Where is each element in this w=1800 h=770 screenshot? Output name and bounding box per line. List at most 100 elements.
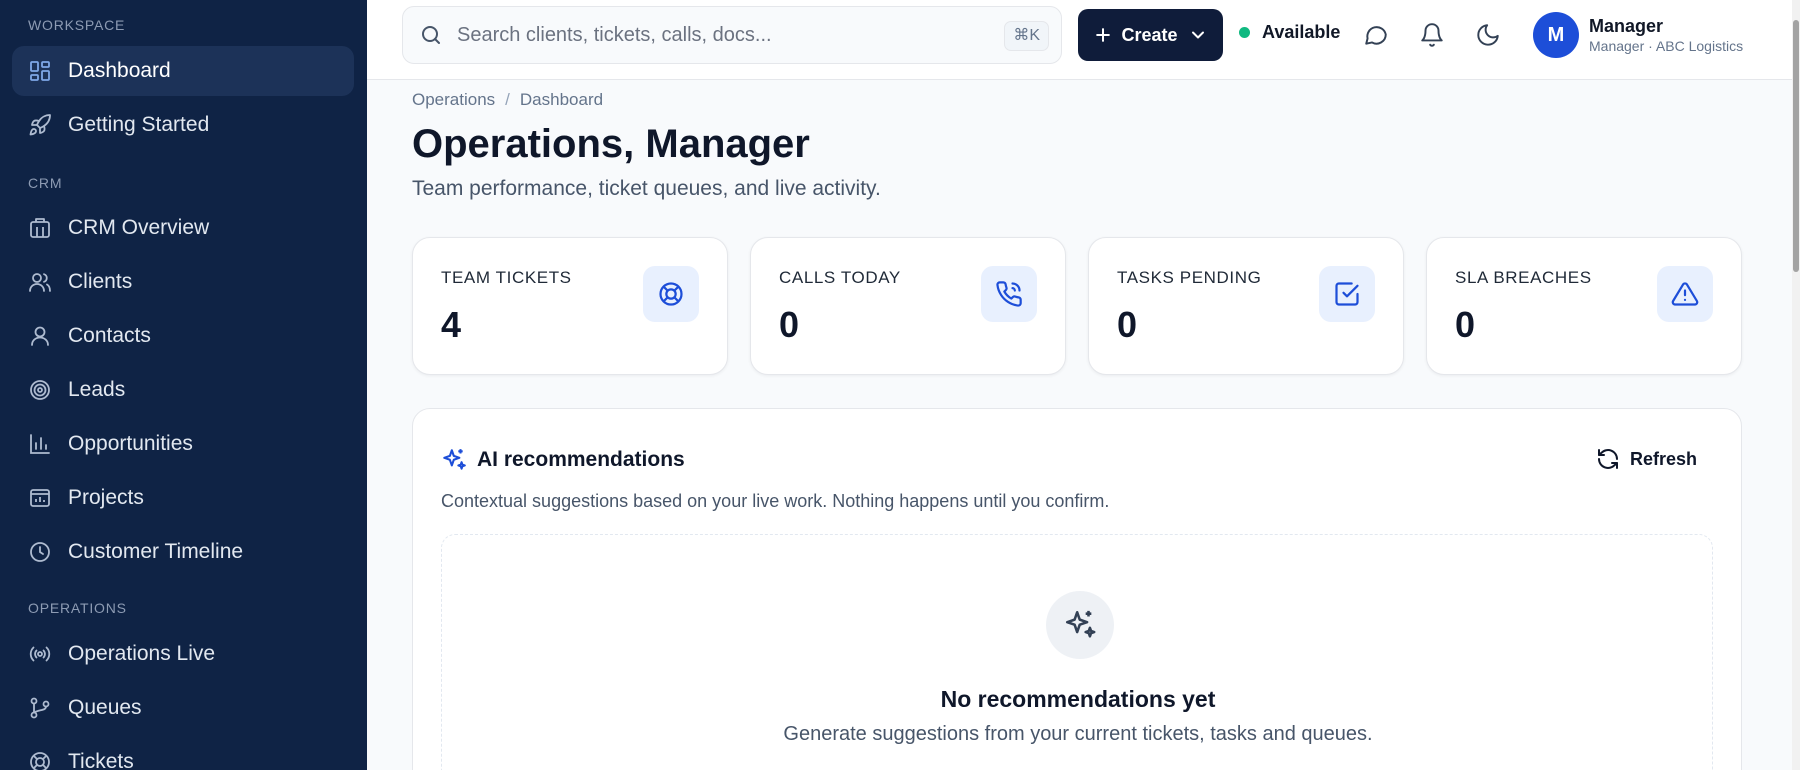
theme-toggle-button[interactable] bbox=[1469, 16, 1507, 54]
stat-label: CALLS TODAY bbox=[779, 268, 901, 287]
sidebar-item-label: Operations Live bbox=[68, 642, 216, 665]
stat-icon-wrap bbox=[1319, 266, 1375, 322]
stat-value: 4 bbox=[441, 304, 462, 345]
sparkles-icon bbox=[1065, 610, 1096, 638]
plus-icon bbox=[1096, 28, 1111, 42]
building-icon bbox=[30, 218, 50, 238]
sidebar-item-contacts[interactable]: Contacts bbox=[12, 311, 354, 361]
dashboard-icon bbox=[30, 61, 50, 81]
stat-icon-wrap bbox=[1657, 266, 1713, 322]
refresh-label: Refresh bbox=[1629, 448, 1697, 469]
sidebar-item-getting-started[interactable]: Getting Started bbox=[12, 100, 354, 150]
refresh-button[interactable]: Refresh bbox=[1596, 447, 1697, 471]
users-icon bbox=[29, 273, 51, 292]
availability-status[interactable]: Available bbox=[1239, 22, 1340, 43]
sidebar-item-label: Dashboard bbox=[68, 59, 171, 82]
breadcrumb-separator: / bbox=[505, 90, 510, 109]
breadcrumb-dashboard: Dashboard bbox=[519, 90, 604, 109]
sparkles-icon bbox=[443, 449, 466, 470]
lifebuoy-icon bbox=[659, 282, 683, 306]
sidebar-item-leads[interactable]: Leads bbox=[12, 365, 354, 415]
moon-icon bbox=[1477, 24, 1499, 46]
stat-value: 0 bbox=[1455, 304, 1476, 345]
search-icon bbox=[422, 26, 440, 44]
ai-recommendations-card: AI recommendations Refresh Contextual su… bbox=[412, 408, 1742, 770]
chevron-down-icon bbox=[1191, 31, 1204, 39]
sidebar-item-label: Clients bbox=[68, 270, 133, 293]
sidebar-item-queues[interactable]: Queues bbox=[12, 683, 354, 733]
stat-icon-wrap bbox=[643, 266, 699, 322]
chat-bubble-icon bbox=[1365, 26, 1387, 45]
create-button[interactable]: Create bbox=[1078, 9, 1223, 61]
stat-card-tasks-pending[interactable]: TASKS PENDING 0 bbox=[1088, 237, 1404, 375]
messages-button[interactable] bbox=[1357, 16, 1395, 54]
rocket-icon bbox=[29, 114, 51, 136]
sidebar-item-label: Customer Timeline bbox=[68, 540, 244, 563]
search-shortcut: ⌘K bbox=[1004, 21, 1049, 51]
ai-card-header: AI recommendations bbox=[441, 447, 685, 473]
ai-card-title: AI recommendations bbox=[477, 448, 685, 471]
sidebar-item-customer-timeline[interactable]: Customer Timeline bbox=[12, 527, 354, 577]
user-subtitle: Manager · ABC Logistics bbox=[1589, 38, 1744, 54]
refresh-icon bbox=[1597, 449, 1618, 469]
stat-value: 0 bbox=[1117, 304, 1138, 345]
section-label-operations: OPERATIONS bbox=[28, 600, 127, 616]
sidebar-item-tickets[interactable]: Tickets bbox=[12, 737, 354, 770]
sidebar-item-label: Getting Started bbox=[68, 113, 210, 136]
clock-icon bbox=[30, 542, 50, 562]
sidebar-item-label: Leads bbox=[68, 378, 126, 401]
stat-label: TASKS PENDING bbox=[1117, 268, 1262, 287]
stat-label: SLA BREACHES bbox=[1455, 268, 1592, 287]
sidebar-item-label: Queues bbox=[68, 696, 142, 719]
folder-chart-icon bbox=[30, 489, 50, 507]
bell-icon bbox=[1421, 23, 1443, 47]
target-icon bbox=[30, 380, 50, 400]
sidebar-item-operations-live[interactable]: Operations Live bbox=[12, 629, 354, 679]
stat-value: 0 bbox=[779, 304, 800, 345]
search-input[interactable] bbox=[457, 23, 997, 47]
search-bar[interactable]: ⌘K bbox=[402, 6, 1062, 64]
page-subtitle: Team performance, ticket queues, and liv… bbox=[412, 177, 881, 200]
scrollbar-thumb[interactable] bbox=[1793, 20, 1799, 272]
stat-card-sla-breaches[interactable]: SLA BREACHES 0 bbox=[1426, 237, 1742, 375]
empty-state-subtitle: Generate suggestions from your current t… bbox=[783, 723, 1373, 745]
phone-call-icon bbox=[996, 281, 1022, 307]
breadcrumb-operations[interactable]: Operations bbox=[412, 90, 495, 110]
section-label-workspace: WORKSPACE bbox=[28, 17, 126, 33]
sidebar-item-label: Contacts bbox=[68, 324, 151, 347]
warning-icon bbox=[1671, 282, 1699, 306]
lifebuoy-icon bbox=[30, 752, 50, 770]
sidebar-item-label: Opportunities bbox=[68, 432, 193, 455]
user-icon bbox=[31, 326, 49, 346]
empty-state: No recommendations yet Generate suggesti… bbox=[441, 534, 1713, 770]
broadcast-icon bbox=[29, 646, 51, 662]
empty-state-icon-wrap bbox=[1046, 591, 1114, 659]
sidebar-item-label: Tickets bbox=[68, 750, 134, 770]
status-dot bbox=[1239, 27, 1250, 38]
sidebar-item-crm-overview[interactable]: CRM Overview bbox=[12, 203, 354, 253]
topbar: ⌘K Create Available M Manager Manager · … bbox=[367, 0, 1792, 80]
avatar[interactable]: M bbox=[1533, 12, 1579, 58]
notifications-button[interactable] bbox=[1413, 16, 1451, 54]
section-label-crm: CRM bbox=[28, 175, 63, 191]
sidebar-item-opportunities[interactable]: Opportunities bbox=[12, 419, 354, 469]
stat-card-team-tickets[interactable]: TEAM TICKETS 4 bbox=[412, 237, 728, 375]
sidebar-item-dashboard[interactable]: Dashboard bbox=[12, 46, 354, 96]
sidebar-item-label: Projects bbox=[68, 486, 144, 509]
sidebar-item-clients[interactable]: Clients bbox=[12, 257, 354, 307]
bar-chart-icon bbox=[30, 434, 50, 454]
ai-card-description: Contextual suggestions based on your liv… bbox=[441, 491, 1110, 511]
page-title: Operations, Manager bbox=[412, 122, 810, 166]
sidebar: WORKSPACE Dashboard Getting Started CRM … bbox=[0, 0, 367, 770]
breadcrumb: Operations / Dashboard bbox=[412, 90, 603, 110]
empty-state-title: No recommendations yet bbox=[940, 686, 1216, 712]
stat-label: TEAM TICKETS bbox=[441, 268, 572, 287]
create-label: Create bbox=[1121, 24, 1178, 45]
sidebar-item-projects[interactable]: Projects bbox=[12, 473, 354, 523]
sidebar-item-label: CRM Overview bbox=[68, 216, 210, 239]
status-label: Available bbox=[1262, 22, 1341, 42]
stat-card-calls-today[interactable]: CALLS TODAY 0 bbox=[750, 237, 1066, 375]
branch-icon bbox=[30, 697, 50, 719]
user-name: Manager bbox=[1589, 16, 1664, 36]
stat-icon-wrap bbox=[981, 266, 1037, 322]
